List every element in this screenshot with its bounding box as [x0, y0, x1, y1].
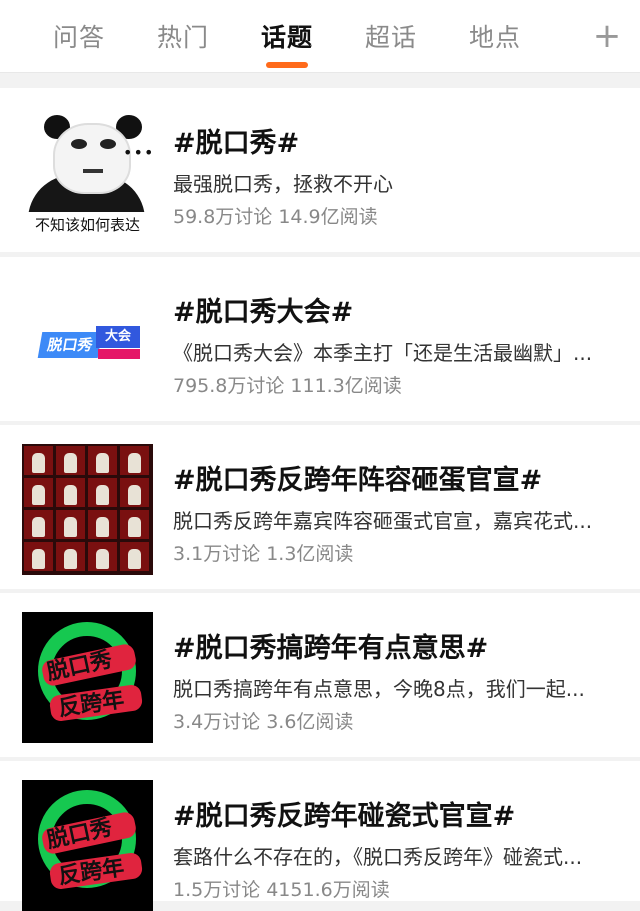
- topic-title[interactable]: #脱口秀反跨年碰瓷式官宣#: [173, 794, 623, 833]
- list-item-topic-2[interactable]: 脱口秀 大会 #脱口秀大会# 《脱口秀大会》本季主打「还是生活最幽默」... 7…: [0, 257, 640, 421]
- comedian-figure: [128, 549, 141, 569]
- discussion-count: 59.8万讨论: [173, 206, 273, 228]
- topic-thumbnail-1: • • • 不知该如何表达: [22, 107, 153, 238]
- topic-thumbnail-4: 脱口秀 反跨年: [22, 612, 153, 743]
- read-count: 14.9亿阅读: [278, 206, 378, 228]
- tab-hot[interactable]: 热门: [154, 18, 212, 58]
- active-tab-indicator: [266, 62, 308, 68]
- panda-head: [53, 123, 131, 194]
- comedian-figure: [32, 485, 45, 505]
- tab-qa[interactable]: 问答: [50, 18, 108, 58]
- comedian-figure: [128, 453, 141, 473]
- list-item-topic-4[interactable]: 脱口秀 反跨年 #脱口秀搞跨年有点意思# 脱口秀搞跨年有点意思，今晚8点，我们一…: [0, 593, 640, 757]
- lineup-cell: [88, 478, 117, 507]
- comedian-figure: [64, 485, 77, 505]
- topic-stats: 795.8万讨论 111.3亿阅读: [173, 371, 603, 398]
- logo-badge: 脱口秀: [37, 332, 103, 358]
- read-count: 3.6亿阅读: [266, 711, 354, 733]
- meme-caption: 不知该如何表达: [22, 212, 153, 238]
- comedian-figure: [96, 453, 109, 473]
- tab-location[interactable]: 地点: [466, 18, 524, 58]
- comedian-figure: [96, 549, 109, 569]
- lineup-cell: [56, 446, 85, 475]
- lineup-cell: [120, 542, 149, 571]
- read-count: 111.3亿阅读: [290, 375, 402, 397]
- list-item-topic-1[interactable]: • • • 不知该如何表达 #脱口秀# 最强脱口秀，拯救不开心 59.8万讨论 1…: [0, 88, 640, 252]
- discussion-count: 3.1万讨论: [173, 543, 261, 565]
- topic-title[interactable]: #脱口秀#: [173, 121, 623, 160]
- comedian-figure: [32, 549, 45, 569]
- topic-thumbnail-5: 脱口秀 反跨年: [22, 780, 153, 911]
- panda-eye-right: [100, 139, 116, 149]
- lineup-cell: [24, 446, 53, 475]
- topic-stats: 59.8万讨论 14.9亿阅读: [173, 202, 603, 229]
- lineup-cell: [120, 446, 149, 475]
- topic-title[interactable]: #脱口秀反跨年阵容砸蛋官宣#: [173, 458, 623, 497]
- lineup-cell: [24, 510, 53, 539]
- list-item-topic-5[interactable]: 脱口秀 反跨年 #脱口秀反跨年碰瓷式官宣# 套路什么不存在的，《脱口秀反跨年》碰…: [0, 761, 640, 911]
- comedian-figure: [32, 517, 45, 537]
- topic-title[interactable]: #脱口秀大会#: [173, 290, 623, 329]
- lineup-cell: [56, 510, 85, 539]
- topic-description: 套路什么不存在的，《脱口秀反跨年》碰瓷式...: [173, 845, 583, 869]
- lineup-cell: [56, 478, 85, 507]
- comedian-figure: [96, 485, 109, 505]
- topic-thumbnail-2: 脱口秀 大会: [22, 276, 153, 407]
- read-count: 1.3亿阅读: [266, 543, 354, 565]
- tab-supertopic[interactable]: 超话: [362, 18, 420, 58]
- lineup-cell: [24, 478, 53, 507]
- comedian-figure: [64, 549, 77, 569]
- ellipsis-dots: • • •: [123, 143, 153, 162]
- topic-title[interactable]: #脱口秀搞跨年有点意思#: [173, 626, 623, 665]
- lineup-cell: [120, 478, 149, 507]
- panda-mouth: [83, 169, 103, 173]
- topic-description: 脱口秀反跨年嘉宾阵容砸蛋式官宣，嘉宾花式...: [173, 509, 593, 533]
- plus-icon[interactable]: +: [590, 14, 624, 58]
- lineup-cell: [120, 510, 149, 539]
- panda-eye-left: [71, 139, 87, 149]
- comedian-figure: [96, 517, 109, 537]
- topic-description: 《脱口秀大会》本季主打「还是生活最幽默」...: [173, 341, 593, 365]
- comedian-figure: [128, 517, 141, 537]
- list-item-topic-3[interactable]: #脱口秀反跨年阵容砸蛋官宣# 脱口秀反跨年嘉宾阵容砸蛋式官宣，嘉宾花式... 3…: [0, 425, 640, 589]
- lineup-cell: [24, 542, 53, 571]
- topic-thumbnail-3: [22, 444, 153, 575]
- topic-stats: 3.4万讨论 3.6亿阅读: [173, 707, 603, 734]
- logo-subline: [98, 349, 140, 359]
- comedian-figure: [128, 485, 141, 505]
- comedian-figure: [64, 453, 77, 473]
- top-tab-bar: 问答 热门 话题 超话 地点 +: [0, 0, 640, 73]
- discussion-count: 795.8万讨论: [173, 375, 285, 397]
- comedian-figure: [32, 453, 45, 473]
- lineup-cell: [88, 510, 117, 539]
- topic-description: 脱口秀搞跨年有点意思，今晚8点，我们一起...: [173, 677, 585, 701]
- comedian-figure: [64, 517, 77, 537]
- lineup-cell: [88, 542, 117, 571]
- tab-topic[interactable]: 话题: [258, 18, 316, 58]
- lineup-cell: [88, 446, 117, 475]
- logo-badge-secondary: 大会: [96, 326, 140, 348]
- topic-description: 最强脱口秀，拯救不开心: [173, 172, 393, 196]
- lineup-cell: [56, 542, 85, 571]
- topic-stats: 3.1万讨论 1.3亿阅读: [173, 539, 603, 566]
- discussion-count: 3.4万讨论: [173, 711, 261, 733]
